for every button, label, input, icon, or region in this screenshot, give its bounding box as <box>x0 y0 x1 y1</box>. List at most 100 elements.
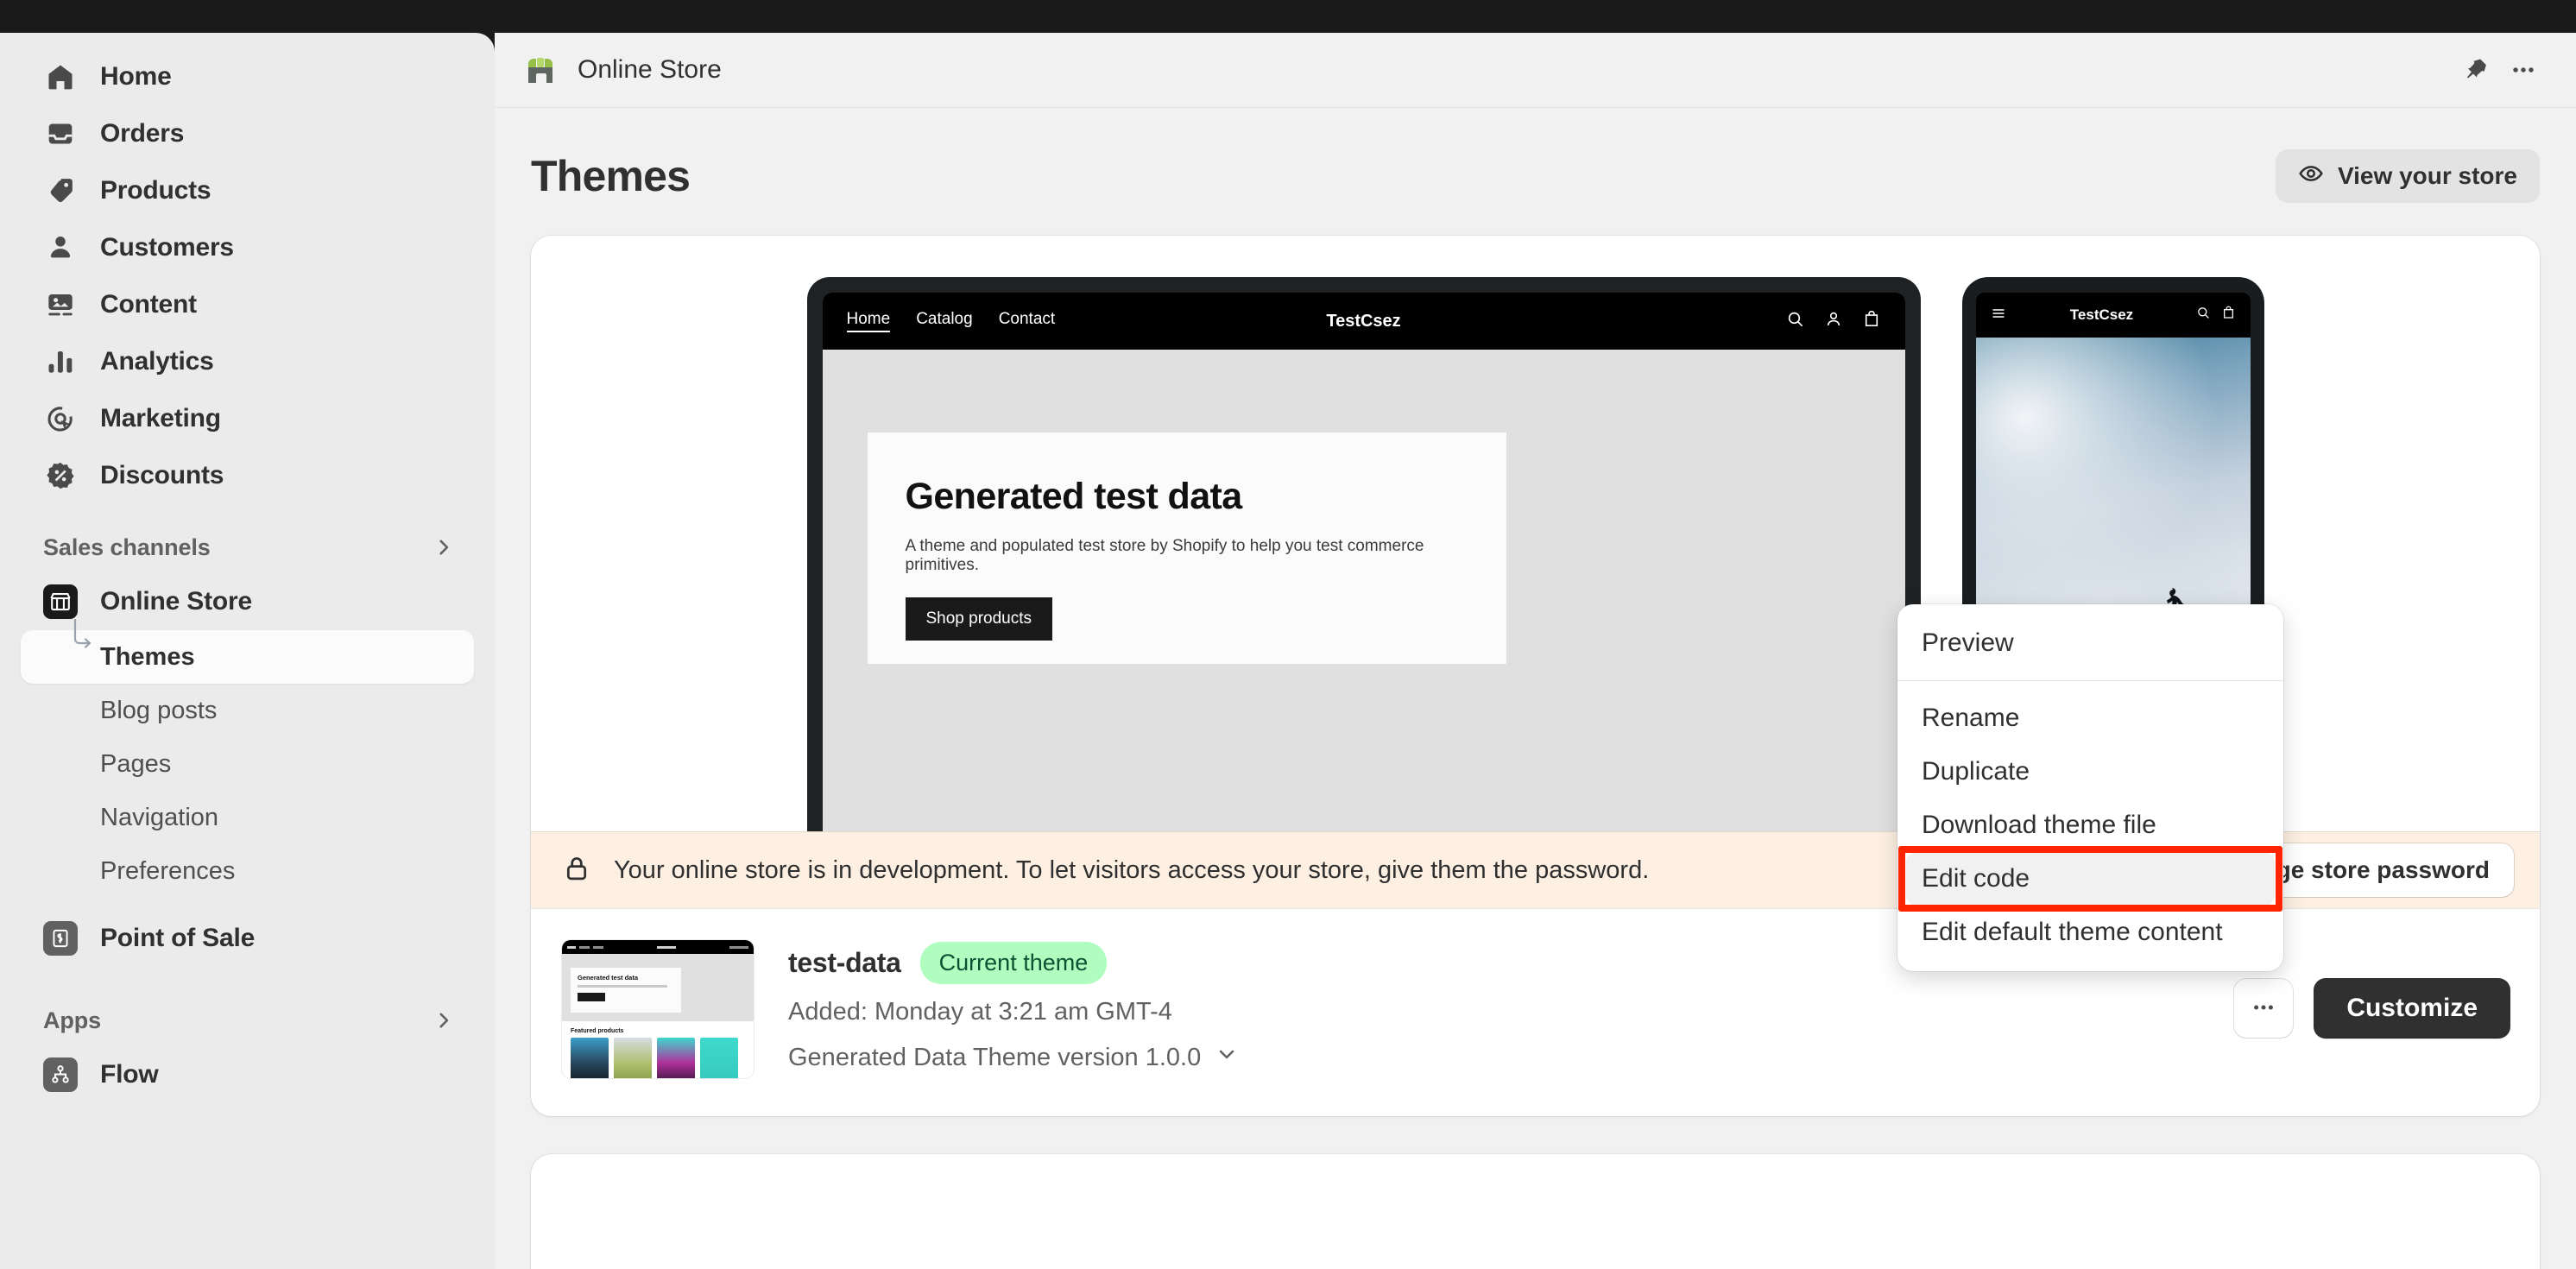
desktop-preview-frame[interactable]: Home Catalog Contact TestCsez Generated … <box>806 277 1921 881</box>
more-horizontal-icon[interactable] <box>2500 47 2547 93</box>
theme-added-date: Added: Monday at 3:21 am GMT-4 <box>788 998 1172 1026</box>
dropdown-divider <box>1897 680 2283 681</box>
product-thumb <box>657 1038 695 1078</box>
sidebar-item-content[interactable]: Content <box>21 276 474 333</box>
banner-message: Your online store is in development. To … <box>614 855 1650 884</box>
storefront-shop-products-button: Shop products <box>905 597 1053 641</box>
sidebar-item-label: Content <box>100 290 197 319</box>
hamburger-menu-icon <box>1990 305 2007 326</box>
sidebar-item-label: Marketing <box>100 404 221 432</box>
sidebar-item-label: Customers <box>100 233 234 262</box>
dropdown-item-label: Edit code <box>1922 864 2030 893</box>
sales-channels-header[interactable]: Sales channels <box>43 527 455 568</box>
storefront-nav: Home Catalog Contact <box>846 310 1056 332</box>
customize-button[interactable]: Customize <box>2314 978 2510 1039</box>
dropdown-item-download-theme-file[interactable]: Download theme file <box>1906 799 2275 852</box>
orders-inbox-icon <box>43 117 78 151</box>
more-horizontal-icon <box>2251 994 2276 1023</box>
sidebar-item-navigation[interactable]: Navigation <box>21 791 474 844</box>
storefront-hero-title: Generated test data <box>905 476 1243 517</box>
storefront-logo-icon <box>521 50 560 90</box>
sidebar-item-marketing[interactable]: Marketing <box>21 390 474 447</box>
sidebar-item-flow[interactable]: Flow <box>21 1046 474 1103</box>
thumbnail-hero-card: Generated test data <box>571 968 681 1013</box>
eye-icon <box>2298 161 2324 193</box>
sidebar-item-label: Analytics <box>100 347 214 376</box>
product-thumb <box>614 1038 652 1078</box>
dropdown-item-edit-code[interactable]: Edit code <box>1906 852 2275 906</box>
search-icon <box>1786 310 1805 333</box>
dropdown-item-rename[interactable]: Rename <box>1906 691 2275 745</box>
mobile-storefront-header: TestCsez <box>1975 293 2251 338</box>
dropdown-item-preview[interactable]: Preview <box>1906 616 2275 670</box>
theme-more-actions-button[interactable] <box>2234 979 2294 1038</box>
sidebar-item-analytics[interactable]: Analytics <box>21 333 474 390</box>
theme-name: test-data <box>788 947 901 978</box>
target-pointer-icon <box>43 401 78 436</box>
storefront-brand: TestCsez <box>1326 311 1401 331</box>
sidebar-item-home[interactable]: Home <box>21 48 474 105</box>
cart-icon <box>1862 310 1881 333</box>
storefront-nav-contact: Contact <box>998 310 1056 328</box>
lock-icon <box>562 854 591 887</box>
dropdown-item-label: Rename <box>1922 704 2020 732</box>
sidebar-item-themes[interactable]: Themes <box>21 618 474 684</box>
sidebar-item-customers[interactable]: Customers <box>21 219 474 276</box>
sidebar-item-pages[interactable]: Pages <box>21 737 474 791</box>
storefront-header-icons <box>1786 310 1881 333</box>
image-content-icon <box>43 287 78 322</box>
theme-version-selector[interactable]: Generated Data Theme version 1.0.0 <box>788 1042 1239 1073</box>
sidebar-item-products[interactable]: Products <box>21 162 474 219</box>
chevron-right-icon[interactable] <box>432 1009 455 1032</box>
product-tag-icon <box>43 174 78 208</box>
dropdown-item-edit-code-wrapper: Edit code <box>1897 846 2283 912</box>
search-icon <box>2196 306 2211 325</box>
person-icon <box>43 230 78 265</box>
dropdown-item-duplicate[interactable]: Duplicate <box>1906 745 2275 799</box>
desktop-preview-screen: Home Catalog Contact TestCsez Generated … <box>822 293 1905 881</box>
sidebar-item-label: Online Store <box>100 587 252 616</box>
view-your-store-button[interactable]: View your store <box>2275 149 2540 203</box>
pin-icon[interactable] <box>2453 47 2500 93</box>
dropdown-item-edit-default-theme-content[interactable]: Edit default theme content <box>1906 906 2275 959</box>
thumbnail-featured-heading: Featured products <box>571 1028 624 1034</box>
point-of-sale-icon <box>43 921 78 956</box>
sidebar: Home Orders Products Customers Content A… <box>0 33 495 1269</box>
sidebar-item-label: Point of Sale <box>100 924 256 952</box>
storefront-nav-home: Home <box>846 310 891 332</box>
secondary-card <box>531 1154 2540 1269</box>
sidebar-item-discounts[interactable]: Discounts <box>21 447 474 504</box>
sales-channels-label: Sales channels <box>43 533 211 560</box>
storefront-hero-text: A theme and populated test store by Shop… <box>905 537 1424 574</box>
thumbnail-products <box>562 1038 754 1078</box>
storefront-header: Home Catalog Contact TestCsez <box>822 293 1905 350</box>
apps-label: Apps <box>43 1007 102 1033</box>
sidebar-item-orders[interactable]: Orders <box>21 105 474 162</box>
dropdown-item-label: Edit default theme content <box>1922 918 2223 946</box>
page-title: Themes <box>531 152 691 200</box>
view-your-store-label: View your store <box>2337 162 2517 189</box>
flow-icon <box>43 1058 78 1092</box>
sidebar-item-blog-posts[interactable]: Blog posts <box>21 684 474 737</box>
sidebar-item-label: Orders <box>100 119 185 148</box>
sidebar-item-point-of-sale[interactable]: Point of Sale <box>21 910 474 967</box>
chevron-right-icon[interactable] <box>432 536 455 559</box>
cart-icon <box>2221 306 2236 325</box>
mobile-storefront-brand: TestCsez <box>2069 306 2134 323</box>
theme-actions-dropdown: Preview Rename Duplicate Download theme … <box>1897 604 2283 971</box>
sidebar-item-preferences[interactable]: Preferences <box>21 844 474 898</box>
online-store-icon <box>43 584 78 619</box>
sidebar-item-label: Home <box>100 62 172 91</box>
product-thumb <box>700 1038 738 1078</box>
product-thumb <box>571 1038 609 1078</box>
dropdown-item-label: Download theme file <box>1922 811 2156 839</box>
sidebar-item-label: Navigation <box>100 803 219 831</box>
dropdown-item-label: Duplicate <box>1922 757 2030 786</box>
home-icon <box>43 60 78 94</box>
storefront-nav-catalog: Catalog <box>916 310 973 328</box>
sidebar-item-label: Themes <box>100 642 195 671</box>
theme-details: test-data Current theme Added: Monday at… <box>788 940 1239 1073</box>
chevron-down-icon[interactable] <box>1215 1042 1239 1073</box>
topbar-store-name: Online Store <box>578 55 722 84</box>
apps-header[interactable]: Apps <box>43 1000 455 1041</box>
